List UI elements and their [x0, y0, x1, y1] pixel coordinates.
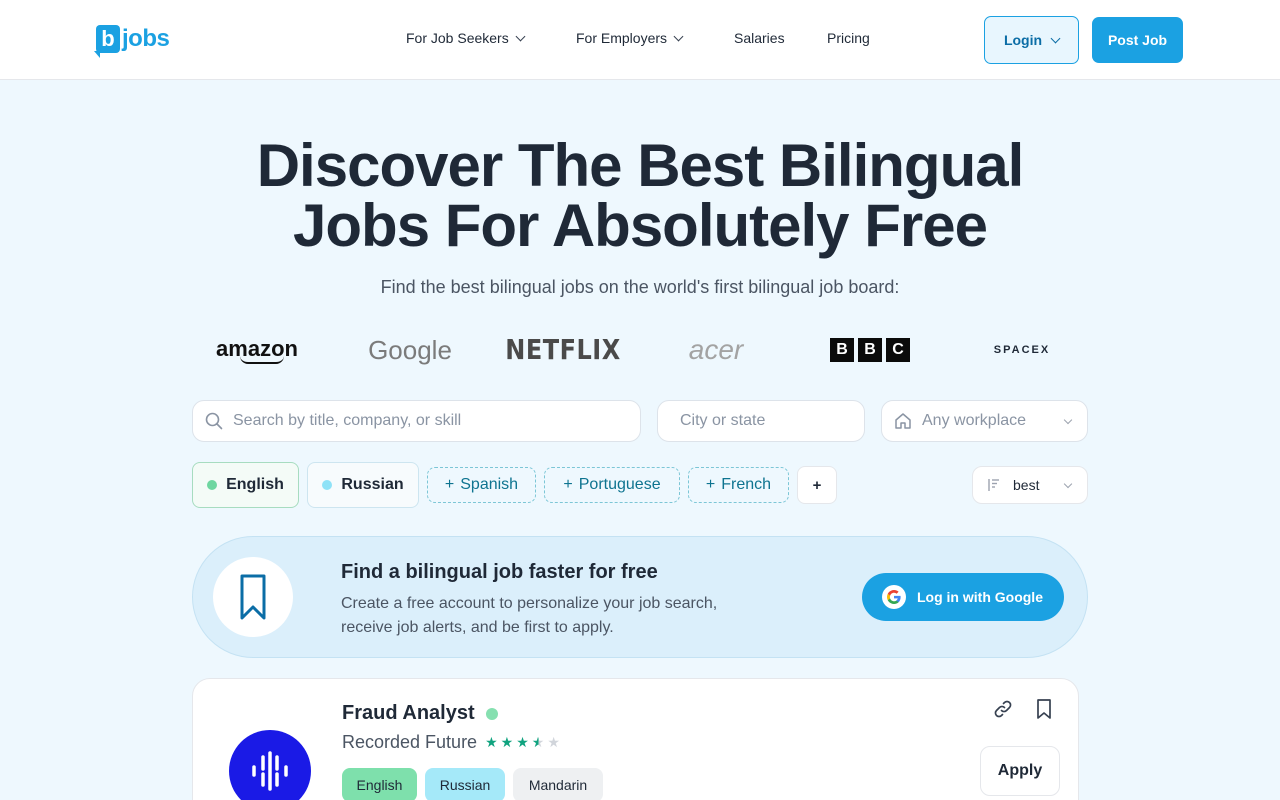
job-language-tag: Mandarin [513, 768, 603, 800]
sort-icon [988, 479, 999, 491]
link-icon[interactable] [992, 698, 1014, 720]
bbc-letter: B [858, 338, 882, 362]
save-job-icon[interactable] [1034, 698, 1054, 720]
language-label: Portuguese [578, 476, 661, 493]
bjobs-logo[interactable]: b jobs [94, 22, 170, 58]
workplace-select[interactable]: Any workplace [881, 400, 1088, 442]
bbc-logo: B B C [829, 330, 911, 370]
banner-title: Find a bilingual job faster for free [341, 561, 658, 583]
sort-label: best [1013, 477, 1040, 493]
apply-button[interactable]: Apply [980, 746, 1060, 796]
hero-title-line-2: Jobs For Absolutely Free [293, 192, 988, 259]
chevron-down-icon [1050, 33, 1061, 43]
logo-text: jobs [122, 25, 170, 52]
add-language-french[interactable]: + French [688, 467, 789, 503]
company-logos-row: amazon Google NETFLIX acer B B C SPACEX [192, 330, 1088, 370]
recorded-future-logo [229, 730, 311, 800]
plus-icon: + [563, 476, 573, 493]
language-label: English [226, 476, 284, 493]
search-icon [205, 412, 223, 430]
workplace-label: Any workplace [922, 412, 1027, 429]
logo-badge: b [94, 25, 120, 58]
nav-label: For Job Seekers [406, 30, 509, 46]
job-card[interactable]: Fraud Analyst Recorded Future ★ ★ ★ ★ ★ … [192, 678, 1079, 800]
company-name[interactable]: Recorded Future [342, 732, 477, 753]
netflix-logo: NETFLIX [505, 333, 621, 367]
language-chip-russian[interactable]: Russian [307, 462, 419, 508]
login-label: Login [1003, 32, 1043, 48]
language-dot [207, 480, 218, 490]
spacex-logo: SPACEX [993, 344, 1051, 356]
search-field[interactable] [192, 400, 641, 442]
hero-title: Discover The Best Bilingual Jobs For Abs… [0, 136, 1280, 256]
acer-logo: acer [688, 334, 744, 365]
location-field[interactable] [657, 400, 887, 442]
google-button-label: Log in with Google [917, 589, 1043, 605]
star-icon: ★ [500, 734, 514, 750]
nav-pricing[interactable]: Pricing [827, 30, 870, 46]
banner-icon-circle [213, 557, 293, 637]
language-label: Russian [341, 476, 404, 493]
banner-text: Create a free account to personalize you… [341, 595, 718, 636]
chevron-down-icon [1063, 479, 1073, 488]
post-job-button[interactable]: Post Job [1092, 17, 1183, 63]
chevron-down-icon [515, 31, 526, 41]
google-logo: Google [368, 334, 452, 365]
bbc-letter: C [886, 338, 910, 362]
plus-icon: + [444, 476, 455, 493]
star-empty-icon: ★ [547, 734, 560, 750]
hero-subtitle: Find the best bilingual jobs on the worl… [380, 277, 900, 297]
company-rating: ★ ★ ★ ★ ★ [485, 734, 560, 751]
signup-banner: Find a bilingual job faster for free Cre… [192, 536, 1088, 658]
job-title-text: Fraud Analyst [342, 702, 475, 724]
job-title[interactable]: Fraud Analyst [342, 702, 498, 725]
add-language-spanish[interactable]: + Spanish [427, 467, 536, 503]
language-label: Spanish [460, 476, 519, 493]
job-language-tag: English [342, 768, 417, 800]
active-status-dot [485, 707, 498, 720]
nav-label: For Employers [576, 30, 668, 46]
chevron-down-icon [673, 31, 684, 41]
company-row: Recorded Future ★ ★ ★ ★ ★ [342, 732, 560, 753]
add-language-portuguese[interactable]: + Portuguese [544, 467, 680, 503]
nav-salaries[interactable]: Salaries [734, 30, 785, 46]
site-header: b jobs For Job Seekers For Employers Sal… [0, 0, 1280, 80]
home-icon [895, 413, 911, 429]
google-icon [882, 585, 906, 609]
soundwave-icon [252, 751, 288, 791]
hero-title-line-1: Discover The Best Bilingual [256, 132, 1025, 199]
sort-select[interactable]: best [972, 466, 1088, 504]
language-label: French [721, 476, 772, 493]
chevron-down-icon [1063, 415, 1073, 424]
bbc-letter: B [830, 338, 854, 362]
star-icon: ★ [485, 734, 498, 750]
login-with-google-button[interactable]: Log in with Google [862, 573, 1064, 621]
more-languages-button[interactable]: + [797, 466, 837, 504]
language-dot [322, 480, 333, 490]
star-icon: ★ [516, 734, 529, 750]
plus-icon: + [705, 476, 716, 493]
city-input[interactable] [680, 401, 887, 441]
job-language-tag: Russian [425, 768, 505, 800]
amazon-logo: amazon [212, 330, 302, 370]
search-input[interactable] [233, 401, 640, 441]
nav-for-job-seekers[interactable]: For Job Seekers [406, 30, 526, 46]
nav-for-employers[interactable]: For Employers [576, 30, 684, 46]
login-button[interactable]: Login [984, 16, 1079, 64]
bookmark-icon [240, 574, 266, 620]
star-half-icon: ★ [531, 734, 545, 750]
amazon-smile-icon [240, 356, 284, 364]
language-chip-english[interactable]: English [192, 462, 299, 508]
